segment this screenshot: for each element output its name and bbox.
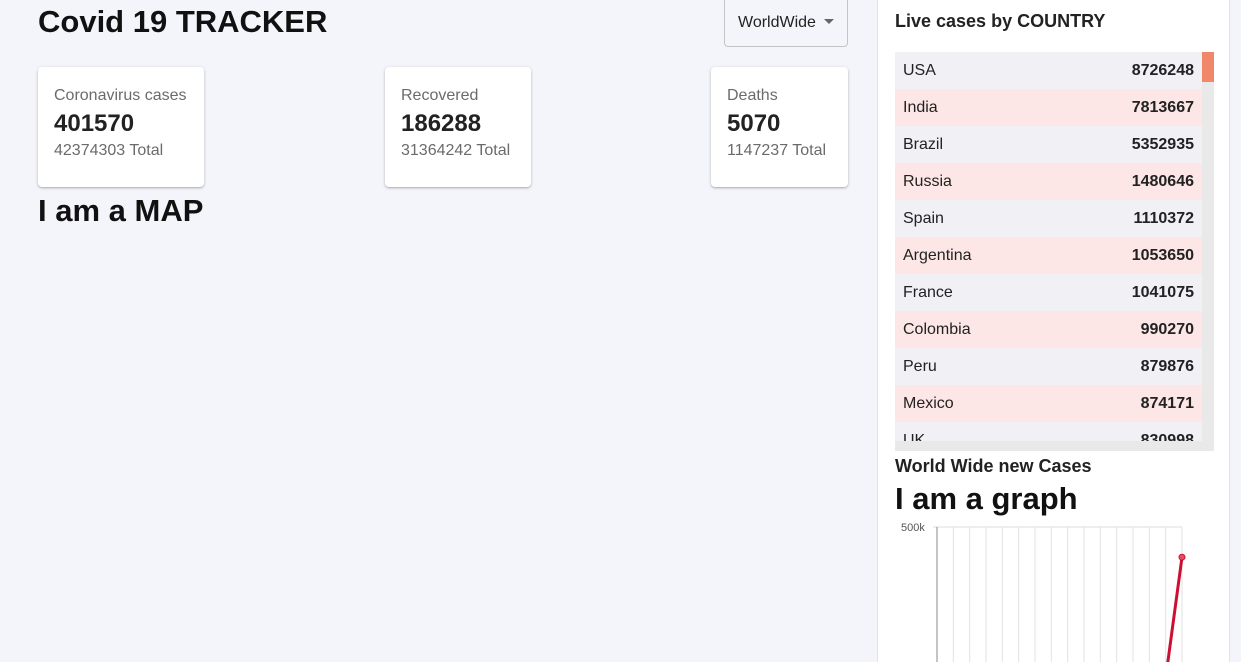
- country-cases: 1041075: [1131, 283, 1194, 301]
- table-row: Spain 1110372: [895, 200, 1202, 237]
- country-cases: 8726248: [1131, 61, 1194, 79]
- info-box-total: 31364242 Total: [401, 142, 511, 159]
- info-box-deaths[interactable]: Deaths 5070 1147237 Total: [711, 67, 848, 187]
- info-box-title: Deaths: [727, 87, 778, 104]
- new-cases-chart: 500k: [901, 522, 1186, 662]
- country-cases: 1053650: [1131, 246, 1194, 264]
- app-title: Covid 19 TRACKER: [38, 4, 328, 39]
- country-cases: 874171: [1140, 394, 1194, 412]
- table-row: France 1041075: [895, 274, 1202, 311]
- country-name: Peru: [903, 357, 937, 375]
- horizontal-scrollbar[interactable]: [895, 441, 1214, 451]
- chevron-down-icon: [824, 19, 834, 24]
- country-cases: 1110372: [1133, 209, 1194, 227]
- country-name: France: [903, 283, 953, 301]
- country-name: Argentina: [903, 246, 972, 264]
- info-box-title: Coronavirus cases: [54, 87, 187, 104]
- map-placeholder: I am a MAP: [38, 193, 204, 228]
- series-line: [1166, 556, 1184, 662]
- country-cases: 990270: [1140, 320, 1194, 338]
- country-rows: USA 8726248 India 7813667 Brazil 5352935 Russi…: [895, 52, 1202, 451]
- table-row: Mexico 874171: [895, 385, 1202, 422]
- info-box-cases-count: 401570: [54, 110, 135, 137]
- country-cases: 1480646: [1131, 172, 1194, 190]
- graph-title: World Wide new Cases: [895, 456, 1092, 476]
- country-name: Spain: [903, 209, 944, 227]
- country-name: Russia: [903, 172, 952, 190]
- info-box-cases[interactable]: Coronavirus cases 401570 42374303 Total: [38, 67, 204, 187]
- country-select[interactable]: WorldWide: [724, 0, 848, 47]
- y-tick-label: 500k: [901, 522, 925, 534]
- country-name: India: [903, 98, 938, 116]
- table-row: Russia 1480646: [895, 163, 1202, 200]
- country-cases: 5352935: [1131, 135, 1194, 153]
- country-name: USA: [903, 61, 936, 79]
- country-name: Brazil: [903, 135, 944, 153]
- info-box-title: Recovered: [401, 87, 479, 104]
- data-point: [1178, 553, 1186, 561]
- country-table[interactable]: USA 8726248 India 7813667 Brazil 5352935 Russi…: [895, 52, 1214, 451]
- table-row: USA 8726248: [895, 52, 1202, 89]
- table-title: Live cases by COUNTRY: [895, 11, 1106, 31]
- country-select-value: WorldWide: [738, 14, 816, 31]
- info-box-total: 42374303 Total: [54, 142, 164, 159]
- info-box-deaths-count: 5070: [727, 110, 781, 137]
- country-cases: 7813667: [1131, 98, 1194, 116]
- table-row: Argentina 1053650: [895, 237, 1202, 274]
- info-box-recovered-count: 186288: [401, 110, 482, 137]
- table-row: Colombia 990270: [895, 311, 1202, 348]
- table-row: India 7813667: [895, 89, 1202, 126]
- graph-placeholder: I am a graph: [895, 481, 1078, 516]
- sidebar-panel: Live cases by COUNTRY USA 8726248 India 781…: [877, 0, 1230, 662]
- info-box-total: 1147237 Total: [727, 142, 827, 159]
- scrollbar-thumb[interactable]: [1202, 52, 1214, 82]
- vertical-scrollbar[interactable]: [1202, 52, 1214, 441]
- country-name: Colombia: [903, 320, 971, 338]
- country-name: Mexico: [903, 394, 954, 412]
- country-cases: 879876: [1140, 357, 1194, 375]
- info-box-recovered[interactable]: Recovered 186288 31364242 Total: [385, 67, 531, 187]
- table-row: Brazil 5352935: [895, 126, 1202, 163]
- table-row: Peru 879876: [895, 348, 1202, 385]
